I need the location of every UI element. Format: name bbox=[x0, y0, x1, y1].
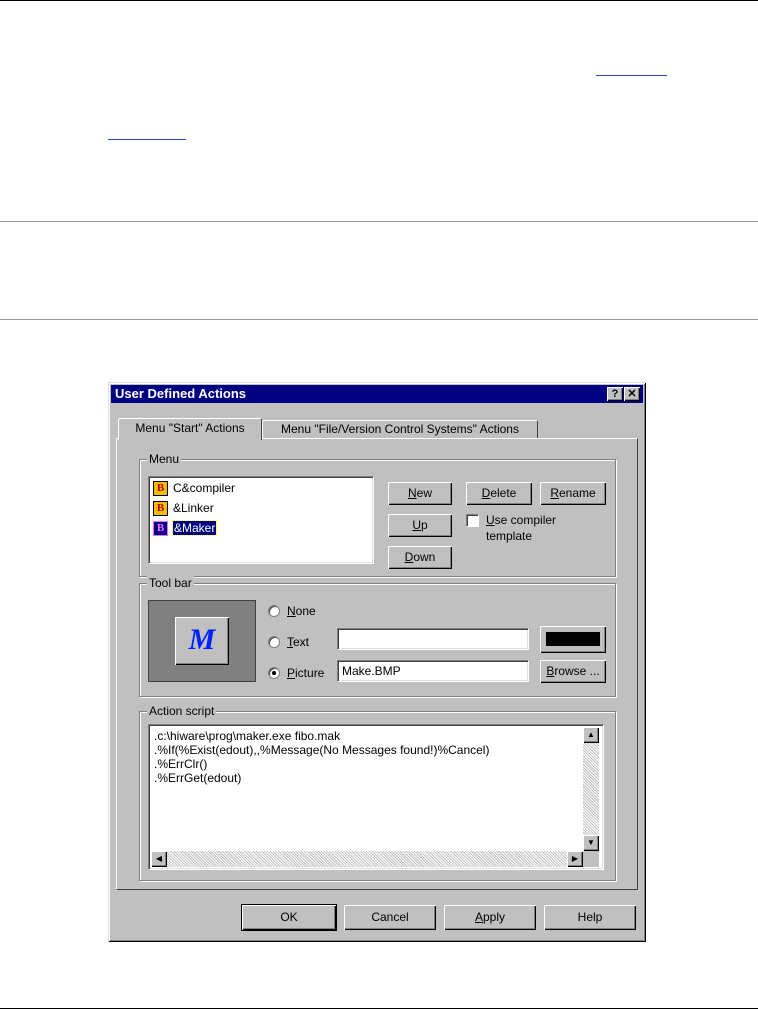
toolbar-group-legend: Tool bar bbox=[147, 576, 194, 590]
toolbar-button-preview: M bbox=[175, 617, 229, 665]
picture-input[interactable]: Make.BMP bbox=[337, 660, 529, 682]
cancel-button[interactable]: Cancel bbox=[344, 905, 436, 930]
tab-panel: Menu B C&compiler B &Linker B &Maker New De… bbox=[116, 438, 638, 890]
scroll-up-icon[interactable]: ▲ bbox=[583, 727, 599, 743]
tab-file-version-control-actions[interactable]: Menu "File/Version Control Systems" Acti… bbox=[262, 420, 538, 438]
section-divider-bottom bbox=[0, 319, 758, 320]
dialog-title: User Defined Actions bbox=[115, 386, 246, 401]
batch-icon: B bbox=[153, 521, 168, 537]
user-defined-actions-dialog: User Defined Actions ? ✕ Menu "Start" Ac… bbox=[108, 382, 646, 942]
text-radio-label: Text bbox=[287, 635, 310, 649]
menu-group: Menu B C&compiler B &Linker B &Maker New De… bbox=[139, 452, 616, 577]
toolbar-group: Tool bar M None Text Picture Make.BMP Br… bbox=[139, 576, 616, 697]
action-script-group: Action script .c:\hiware\prog\maker.exe … bbox=[139, 704, 616, 881]
list-item-selected[interactable]: B &Maker bbox=[153, 519, 218, 537]
maker-icon: M bbox=[188, 623, 216, 656]
section-divider-top bbox=[0, 221, 758, 222]
doc-link-underline-1[interactable] bbox=[596, 75, 667, 76]
up-button[interactable]: Up bbox=[388, 514, 452, 537]
menu-items-list[interactable]: B C&compiler B &Linker B &Maker bbox=[148, 476, 374, 564]
close-icon[interactable]: ✕ bbox=[624, 387, 640, 401]
list-item-label: &Linker bbox=[173, 501, 214, 515]
list-item-label: &Maker bbox=[171, 520, 218, 536]
down-button[interactable]: Down bbox=[388, 546, 452, 569]
toolbar-preview: M bbox=[148, 600, 256, 682]
text-input[interactable] bbox=[337, 628, 529, 650]
list-item[interactable]: B C&compiler bbox=[153, 479, 235, 497]
apply-button[interactable]: Apply bbox=[444, 905, 536, 930]
script-line: .c:\hiware\prog\maker.exe fibo.mak bbox=[154, 729, 341, 743]
scroll-right-icon[interactable]: ▶ bbox=[567, 851, 583, 867]
scroll-down-icon[interactable]: ▼ bbox=[583, 835, 599, 851]
script-line: .%If(%Exist(edout),,%Message(No Messages… bbox=[154, 743, 490, 757]
scroll-left-icon[interactable]: ◀ bbox=[151, 851, 167, 867]
batch-icon: B bbox=[153, 501, 168, 517]
help-button[interactable]: Help bbox=[544, 905, 636, 930]
action-script-legend: Action script bbox=[147, 704, 217, 718]
rename-button[interactable]: Rename bbox=[540, 482, 606, 505]
picture-radio-label: Picture bbox=[287, 666, 325, 680]
color-button[interactable] bbox=[540, 626, 606, 653]
color-swatch bbox=[546, 632, 600, 646]
use-compiler-template-label: Use compiler bbox=[486, 513, 557, 527]
menu-group-legend: Menu bbox=[147, 452, 182, 466]
list-item-label: C&compiler bbox=[173, 481, 236, 495]
action-script-editor[interactable]: .c:\hiware\prog\maker.exe fibo.mak .%If(… bbox=[148, 724, 604, 870]
vertical-scrollbar[interactable] bbox=[583, 727, 599, 851]
ok-button[interactable]: OK bbox=[242, 905, 336, 930]
list-item[interactable]: B &Linker bbox=[153, 499, 214, 517]
dialog-titlebar[interactable]: User Defined Actions ? ✕ bbox=[111, 385, 643, 403]
help-icon[interactable]: ? bbox=[607, 387, 623, 401]
batch-icon: B bbox=[153, 481, 168, 497]
doc-link-underline-2[interactable] bbox=[108, 139, 186, 140]
use-compiler-template-checkbox[interactable] bbox=[466, 514, 479, 527]
scrollbar-corner bbox=[583, 851, 599, 867]
delete-button[interactable]: Delete bbox=[466, 482, 532, 505]
horizontal-scrollbar[interactable] bbox=[151, 851, 583, 867]
use-compiler-template-label-line2: template bbox=[486, 529, 533, 543]
script-line: .%ErrGet(edout) bbox=[154, 771, 242, 785]
tab-start-actions-label: Menu "Start" Actions bbox=[135, 421, 245, 435]
none-radio-label: None bbox=[287, 604, 316, 618]
none-radio[interactable] bbox=[268, 605, 280, 617]
bottom-border bbox=[0, 1008, 758, 1009]
tab-file-version-control-label: Menu "File/Version Control Systems" Acti… bbox=[281, 422, 519, 436]
new-button[interactable]: New bbox=[388, 482, 452, 505]
picture-radio[interactable] bbox=[268, 667, 280, 679]
text-radio[interactable] bbox=[268, 636, 280, 648]
script-line: .%ErrClr() bbox=[154, 757, 208, 771]
top-border bbox=[0, 0, 758, 1]
tab-start-actions[interactable]: Menu "Start" Actions bbox=[118, 418, 262, 440]
browse-button[interactable]: Browse ... bbox=[540, 660, 606, 683]
